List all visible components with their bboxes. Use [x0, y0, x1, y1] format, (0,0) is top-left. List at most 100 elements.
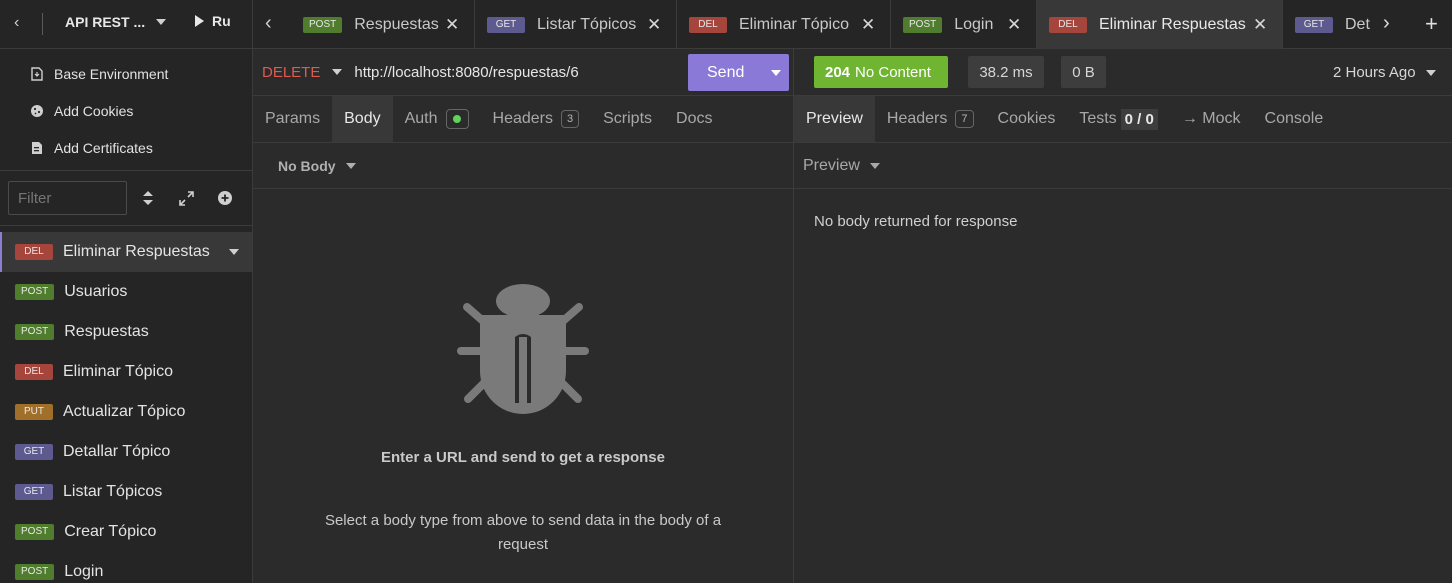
method-badge: DEL	[15, 244, 53, 260]
http-method-select[interactable]: DELETE	[262, 64, 320, 81]
tab-headers-label: Headers	[492, 110, 553, 127]
expand-icon[interactable]	[178, 190, 195, 212]
close-icon[interactable]: ✕	[647, 15, 661, 35]
tab-docs[interactable]: Docs	[664, 96, 724, 142]
certificate-icon	[30, 141, 44, 155]
body-type-dropdown-icon	[345, 162, 356, 169]
request-list: DEL Eliminar Respuestas POST Usuarios PO…	[0, 226, 252, 583]
add-request-icon[interactable]	[217, 190, 233, 211]
response-tabs: Preview Headers 7 Cookies Tests 0 / 0 → …	[794, 96, 1452, 143]
url-bar: DELETE http://localhost:8080/respuestas/…	[253, 49, 793, 96]
response-time: 38.2 ms	[979, 63, 1033, 81]
preview-mode-select[interactable]: Preview	[794, 143, 1452, 189]
url-input[interactable]: http://localhost:8080/respuestas/6	[354, 64, 578, 81]
tabs-scroll-right-icon[interactable]: ›	[1383, 12, 1390, 35]
tab-label: Eliminar Respuestas	[1099, 15, 1246, 33]
tab-eliminar-respuestas[interactable]: DEL Eliminar Respuestas ✕	[1037, 0, 1283, 49]
sidebar-header: ‹ API REST ... Ru	[0, 0, 252, 49]
method-badge: POST	[903, 16, 943, 33]
play-icon	[195, 15, 204, 27]
sort-icon[interactable]	[142, 190, 154, 211]
response-status-bar: 204 No Content 38.2 ms 0 B 2 Hours Ago	[794, 49, 1452, 96]
tab-scripts[interactable]: Scripts	[591, 96, 664, 142]
filter-input[interactable]	[8, 181, 127, 215]
tests-count-badge: 0 / 0	[1120, 108, 1158, 130]
request-name: Respuestas	[64, 323, 149, 340]
project-name[interactable]: API REST ...	[65, 14, 145, 30]
tab-label: Listar Tópicos	[537, 15, 637, 33]
tab-console[interactable]: Console	[1253, 96, 1336, 142]
preview-mode-label: Preview	[803, 156, 860, 174]
project-dropdown-icon[interactable]	[156, 19, 166, 25]
response-headers-count-badge: 7	[955, 110, 974, 128]
send-button[interactable]: Send	[688, 54, 789, 91]
vertical-divider	[42, 13, 43, 35]
request-name: Crear Tópico	[64, 523, 157, 540]
response-size: 0 B	[1072, 63, 1095, 81]
add-certificates-label: Add Certificates	[54, 139, 153, 156]
response-history-select[interactable]: 2 Hours Ago	[1333, 64, 1436, 81]
back-chevron-icon[interactable]: ‹	[14, 14, 19, 32]
close-icon[interactable]: ✕	[1253, 15, 1267, 35]
history-dropdown-icon	[1425, 69, 1436, 76]
tab-response-headers[interactable]: Headers 7	[875, 96, 986, 142]
request-item-login[interactable]: POST Login	[0, 552, 252, 583]
request-name: Eliminar Tópico	[63, 363, 173, 380]
tab-auth-label: Auth	[404, 110, 438, 127]
tab-headers[interactable]: Headers 3	[481, 96, 592, 142]
base-environment-item[interactable]: Base Environment	[0, 55, 252, 92]
app: ‹ API REST ... Ru Base Environment Add C…	[0, 0, 1452, 583]
auth-status-icon	[445, 109, 469, 129]
request-item-listar-topicos[interactable]: GET Listar Tópicos	[0, 472, 252, 512]
tab-detallar[interactable]: GET Det	[1283, 0, 1383, 49]
close-icon[interactable]: ✕	[861, 15, 875, 35]
request-empty-state: Enter a URL and send to get a response S…	[253, 189, 793, 583]
close-icon[interactable]: ✕	[1007, 15, 1021, 35]
request-options-icon[interactable]	[229, 249, 239, 255]
tab-login[interactable]: POST Login ✕	[891, 0, 1037, 49]
tabs-scroll-left-icon[interactable]: ‹	[265, 12, 272, 35]
response-time-badge: 38.2 ms	[968, 56, 1044, 88]
method-badge: GET	[1295, 16, 1333, 33]
add-cookies-item[interactable]: Add Cookies	[0, 92, 252, 129]
tab-auth[interactable]: Auth	[393, 96, 481, 142]
tab-listar-topicos[interactable]: GET Listar Tópicos ✕	[475, 0, 677, 49]
method-badge: DEL	[689, 16, 727, 33]
request-item-eliminar-respuestas[interactable]: DEL Eliminar Respuestas	[0, 232, 252, 272]
request-name: Listar Tópicos	[63, 483, 163, 500]
tab-cookies-label: Cookies	[997, 110, 1056, 127]
tab-params[interactable]: Params	[253, 96, 332, 142]
send-options-icon[interactable]	[771, 70, 781, 76]
method-badge: GET	[487, 16, 525, 33]
request-item-crear-topico[interactable]: POST Crear Tópico	[0, 512, 252, 552]
add-certificates-item[interactable]: Add Certificates	[0, 129, 252, 166]
tab-mock[interactable]: → Mock	[1170, 96, 1253, 142]
tab-cookies[interactable]: Cookies	[986, 96, 1068, 142]
request-item-usuarios[interactable]: POST Usuarios	[0, 272, 252, 312]
new-tab-icon[interactable]: +	[1425, 11, 1438, 37]
close-icon[interactable]: ✕	[445, 15, 459, 35]
empty-state-title: Enter a URL and send to get a response	[381, 449, 665, 466]
request-item-eliminar-topico[interactable]: DEL Eliminar Tópico	[0, 352, 252, 392]
status-badge: 204 No Content	[814, 56, 948, 88]
environment-menu: Base Environment Add Cookies Add Certifi…	[0, 49, 252, 170]
body-type-select[interactable]: No Body	[253, 143, 793, 189]
request-item-detallar-topico[interactable]: GET Detallar Tópico	[0, 432, 252, 472]
tab-preview[interactable]: Preview	[794, 96, 875, 142]
body-type-label: No Body	[278, 157, 336, 174]
request-item-respuestas[interactable]: POST Respuestas	[0, 312, 252, 352]
run-label: Ru	[212, 13, 231, 29]
request-item-actualizar-topico[interactable]: PUT Actualizar Tópico	[0, 392, 252, 432]
tab-tests-label: Tests	[1079, 110, 1117, 127]
method-dropdown-icon[interactable]	[332, 69, 343, 75]
environment-icon	[30, 66, 44, 81]
tab-tests[interactable]: Tests 0 / 0	[1067, 96, 1170, 142]
tab-docs-label: Docs	[676, 110, 713, 127]
method-badge: POST	[303, 16, 343, 33]
request-name: Login	[64, 563, 104, 580]
tab-body[interactable]: Body	[332, 96, 393, 142]
run-button[interactable]: Ru	[195, 13, 231, 29]
tab-eliminar-topico[interactable]: DEL Eliminar Tópico ✕	[677, 0, 891, 49]
headers-count-badge: 3	[561, 110, 580, 128]
tab-respuestas[interactable]: POST Respuestas ✕	[291, 0, 475, 49]
